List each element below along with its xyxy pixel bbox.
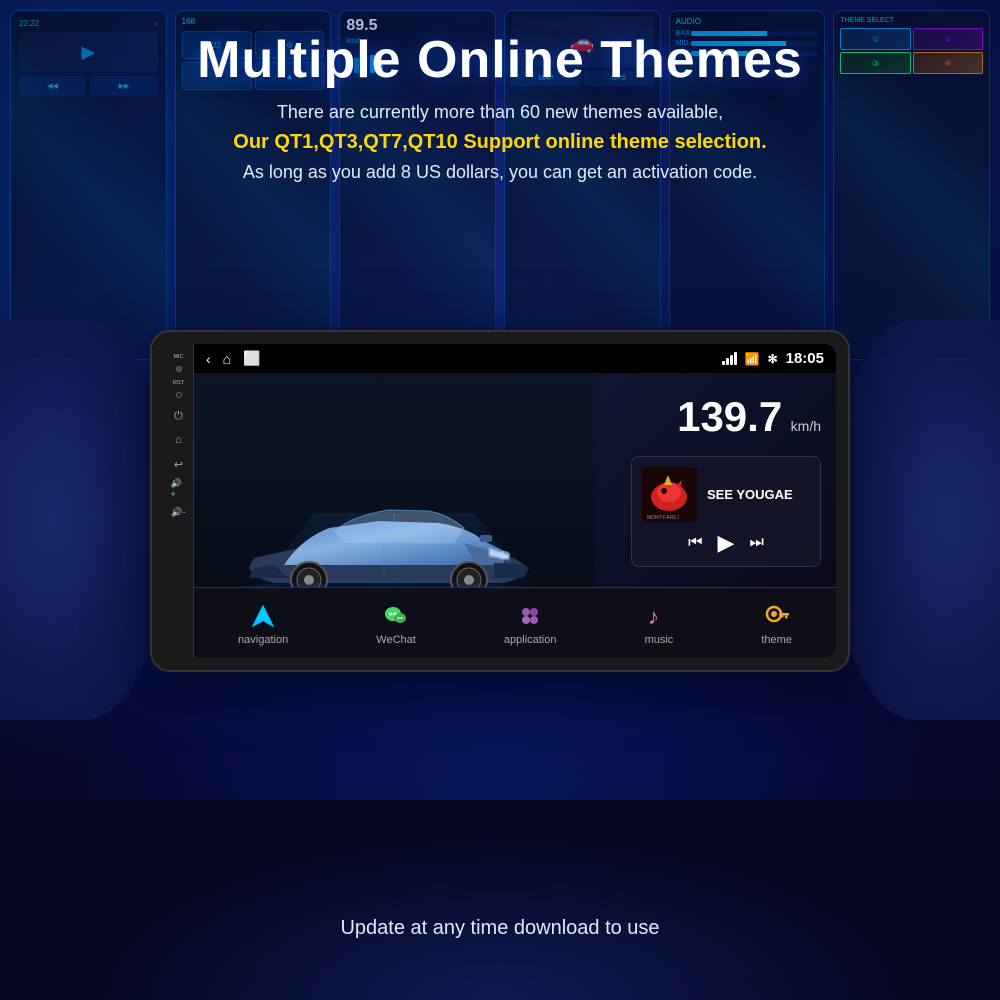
svg-text:MONTY-ARE I: MONTY-ARE I bbox=[647, 515, 679, 521]
home-button[interactable]: ⌂ bbox=[171, 432, 187, 448]
music-info: SEE YOUGAE bbox=[707, 487, 810, 502]
display-area: ‹ ⌂ ⬜ 📶 ✻ bbox=[194, 344, 836, 658]
nav-item-navigation[interactable]: navigation bbox=[228, 598, 298, 650]
subtitle-3: As long as you add 8 US dollars, you can… bbox=[20, 162, 980, 183]
road-svg bbox=[194, 373, 616, 587]
clock: 18:05 bbox=[786, 350, 824, 367]
speed-unit: km/h bbox=[791, 418, 821, 434]
nav-label-wechat: WeChat bbox=[376, 634, 416, 646]
page-title: Multiple Online Themes bbox=[20, 30, 980, 90]
speed-panel: 139.7 km/h bbox=[616, 373, 836, 587]
car-image-area bbox=[194, 373, 616, 587]
nav-label-theme: theme bbox=[761, 634, 792, 646]
mic-label: MIC bbox=[173, 354, 183, 360]
signal-bar-4 bbox=[734, 352, 737, 365]
status-bar: ‹ ⌂ ⬜ 📶 ✻ bbox=[194, 344, 836, 373]
car-screen-inner: MIC RST ⏻ ⌂ ↩ 🔊+ 🔊- ‹ ⌂ bbox=[164, 344, 836, 658]
album-art: MONTY-ARE I bbox=[642, 467, 697, 522]
mic-dot bbox=[176, 366, 182, 372]
subtitle-1: There are currently more than 60 new the… bbox=[20, 102, 980, 123]
subtitle-2: Our QT1,QT3,QT7,QT10 Support online them… bbox=[20, 131, 980, 154]
car-screen-outer: MIC RST ⏻ ⌂ ↩ 🔊+ 🔊- ‹ ⌂ bbox=[150, 330, 850, 672]
music-controls: ⏮ ▶ ⏭ bbox=[642, 530, 810, 556]
nav-item-wechat[interactable]: WeChat bbox=[366, 598, 426, 650]
nav-label-application: application bbox=[504, 634, 557, 646]
navigation-icon bbox=[249, 602, 277, 630]
bottom-nav: navigation bbox=[194, 587, 836, 658]
wifi-icon: 📶 bbox=[745, 352, 760, 366]
footer-text: Update at any time download to use bbox=[0, 917, 1000, 940]
bluetooth-icon: ✻ bbox=[768, 352, 778, 366]
nav-item-theme[interactable]: theme bbox=[751, 598, 802, 650]
music-title: SEE YOUGAE bbox=[707, 487, 810, 502]
speed-display: 139.7 km/h bbox=[631, 393, 821, 441]
svg-text:♪: ♪ bbox=[648, 604, 659, 629]
main-content: Multiple Online Themes There are current… bbox=[0, 0, 1000, 1000]
status-right: 📶 ✻ 18:05 bbox=[722, 350, 824, 367]
rst-dot bbox=[176, 392, 182, 398]
rst-label: RST bbox=[173, 380, 184, 386]
side-buttons: MIC RST ⏻ ⌂ ↩ 🔊+ 🔊- bbox=[164, 344, 194, 658]
window-nav-icon[interactable]: ⬜ bbox=[243, 350, 260, 367]
album-art-svg: MONTY-ARE I bbox=[642, 467, 697, 522]
back-nav-icon[interactable]: ‹ bbox=[206, 351, 211, 367]
music-top: MONTY-ARE I SEE YOUGAE bbox=[642, 467, 810, 522]
nav-items: navigation bbox=[194, 598, 836, 650]
music-widget: MONTY-ARE I SEE YOUGAE ⏮ ▶ bbox=[631, 456, 821, 567]
application-icon bbox=[516, 602, 544, 630]
theme-icon bbox=[763, 602, 791, 630]
main-display: 139.7 km/h bbox=[194, 373, 836, 587]
play-button[interactable]: ▶ bbox=[718, 530, 735, 556]
home-nav-icon[interactable]: ⌂ bbox=[223, 351, 231, 367]
power-button[interactable]: ⏻ bbox=[171, 408, 187, 424]
signal-bar-2 bbox=[726, 358, 729, 365]
back-button[interactable]: ↩ bbox=[171, 456, 187, 472]
header-section: Multiple Online Themes There are current… bbox=[0, 0, 1000, 183]
nav-item-music[interactable]: ♪ music bbox=[635, 598, 684, 650]
signal-icon bbox=[722, 352, 737, 365]
nav-label-music: music bbox=[645, 634, 674, 646]
car-screen-wrapper: MIC RST ⏻ ⌂ ↩ 🔊+ 🔊- ‹ ⌂ bbox=[150, 330, 850, 672]
wechat-icon bbox=[382, 602, 410, 630]
signal-bar-3 bbox=[730, 355, 733, 365]
nav-item-application[interactable]: application bbox=[494, 598, 567, 650]
next-button[interactable]: ⏭ bbox=[749, 534, 763, 552]
footer-section: Update at any time download to use bbox=[0, 917, 1000, 940]
signal-bar-1 bbox=[722, 361, 725, 365]
prev-button[interactable]: ⏮ bbox=[688, 534, 702, 552]
status-nav-icons: ‹ ⌂ ⬜ bbox=[206, 350, 261, 367]
speed-value: 139.7 bbox=[677, 393, 782, 440]
vol-down-button[interactable]: 🔊- bbox=[171, 504, 187, 520]
music-icon: ♪ bbox=[645, 602, 673, 630]
nav-label-navigation: navigation bbox=[238, 634, 288, 646]
vol-up-button[interactable]: 🔊+ bbox=[171, 480, 187, 496]
